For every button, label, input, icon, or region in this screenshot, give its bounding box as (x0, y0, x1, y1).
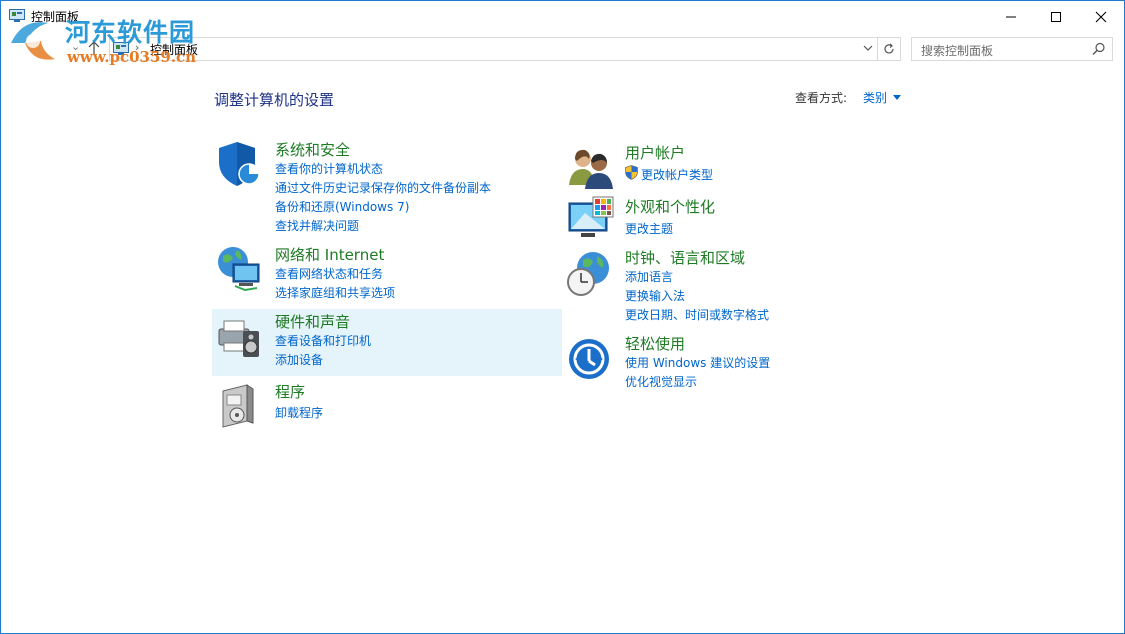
uac-shield-icon (625, 165, 638, 180)
watermark-url: www.pc0359.cn (67, 48, 196, 66)
link-homegroup-sharing[interactable]: 选择家庭组和共享选项 (275, 284, 395, 301)
chevron-down-icon[interactable] (861, 41, 875, 55)
minimize-button[interactable] (988, 1, 1034, 32)
category-system-security: 系统和安全 查看你的计算机状态 通过文件历史记录保存你的文件备份副本 备份和还原… (213, 136, 563, 236)
category-programs: 程序 卸载程序 (213, 379, 563, 429)
search-input[interactable]: 搜索控制面板 (921, 42, 993, 59)
category-system-security-title[interactable]: 系统和安全 (275, 139, 350, 160)
view-by-label: 查看方式: (795, 89, 847, 106)
category-user-accounts-title[interactable]: 用户帐户 (625, 142, 685, 163)
link-backup-restore[interactable]: 备份和还原(Windows 7) (275, 198, 409, 215)
network-globe-icon (215, 244, 263, 292)
search-box[interactable]: 搜索控制面板 (911, 37, 1113, 61)
category-network-internet-title[interactable]: 网络和 Internet (275, 244, 384, 265)
watermark-site-name: 河东软件园 (65, 13, 195, 49)
view-by-dropdown[interactable]: 类别 (863, 89, 887, 106)
link-optimize-visual-display[interactable]: 优化视觉显示 (625, 373, 697, 390)
security-shield-icon (215, 140, 263, 188)
link-uninstall-program[interactable]: 卸载程序 (275, 404, 323, 421)
control-panel-window: 控制面板 ⌄ › 控制面板 (0, 0, 1125, 634)
maximize-button[interactable] (1033, 1, 1079, 32)
category-programs-title[interactable]: 程序 (275, 381, 305, 402)
link-change-account-type[interactable]: 更改帐户类型 (641, 166, 713, 183)
search-icon[interactable] (1092, 42, 1106, 56)
link-windows-recommended-settings[interactable]: 使用 Windows 建议的设置 (625, 354, 770, 371)
clock-globe-icon (565, 250, 613, 298)
display-palette-icon (567, 195, 615, 243)
category-hardware-sound[interactable]: 硬件和声音 查看设备和打印机 添加设备 (212, 309, 562, 376)
address-bar[interactable]: › 控制面板 (109, 37, 878, 61)
users-icon (567, 143, 615, 191)
ease-of-access-icon (567, 335, 615, 383)
category-user-accounts: 用户帐户 更改帐户类型 (563, 139, 913, 189)
link-change-date-time-format[interactable]: 更改日期、时间或数字格式 (625, 306, 769, 323)
watermark-logo-icon (3, 13, 65, 69)
link-add-language[interactable]: 添加语言 (625, 268, 673, 285)
link-file-history-backup[interactable]: 通过文件历史记录保存你的文件备份副本 (275, 179, 491, 196)
category-appearance-title[interactable]: 外观和个性化 (625, 196, 715, 217)
maximize-icon (1050, 11, 1062, 23)
close-icon (1095, 11, 1107, 23)
link-change-input-method[interactable]: 更换输入法 (625, 287, 685, 304)
page-title: 调整计算机的设置 (214, 89, 334, 110)
minimize-icon (1005, 11, 1017, 23)
category-ease-of-access-title[interactable]: 轻松使用 (625, 333, 685, 354)
category-appearance: 外观和个性化 更改主题 (563, 193, 913, 243)
link-troubleshoot[interactable]: 查找并解决问题 (275, 217, 359, 234)
link-network-status[interactable]: 查看网络状态和任务 (275, 265, 383, 282)
category-network-internet: 网络和 Internet 查看网络状态和任务 选择家庭组和共享选项 (213, 241, 563, 306)
category-hardware-sound-title[interactable]: 硬件和声音 (275, 311, 350, 332)
link-devices-printers[interactable]: 查看设备和打印机 (275, 332, 371, 349)
refresh-icon (882, 42, 896, 56)
link-change-theme[interactable]: 更改主题 (625, 220, 673, 237)
category-ease-of-access: 轻松使用 使用 Windows 建议的设置 优化视觉显示 (563, 330, 913, 392)
refresh-button[interactable] (877, 37, 901, 61)
close-button[interactable] (1078, 1, 1124, 32)
printer-speaker-icon (215, 313, 263, 361)
view-by-dropdown-arrow-icon[interactable] (893, 95, 901, 100)
programs-box-icon (217, 381, 265, 429)
category-clock-language-region: 时钟、语言和区域 添加语言 更换输入法 更改日期、时间或数字格式 (563, 244, 913, 324)
link-view-computer-status[interactable]: 查看你的计算机状态 (275, 160, 383, 177)
link-add-device[interactable]: 添加设备 (275, 351, 323, 368)
category-clock-language-region-title[interactable]: 时钟、语言和区域 (625, 247, 745, 268)
